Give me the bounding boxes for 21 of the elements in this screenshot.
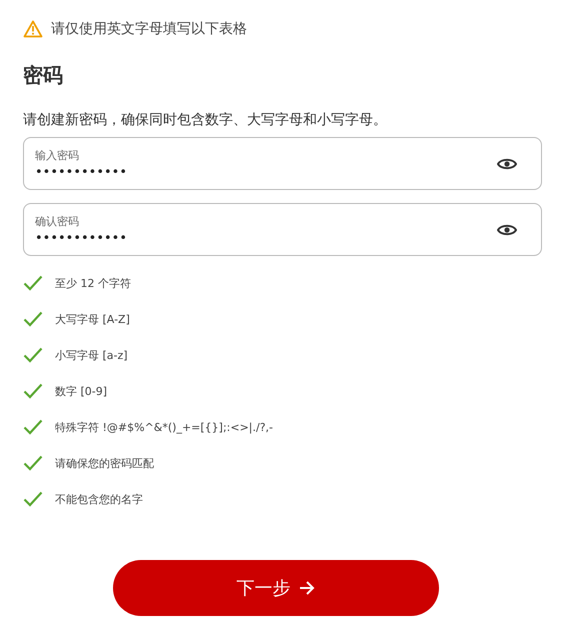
page-heading: 密码 xyxy=(23,62,64,89)
password-field[interactable]: 确认密码 •••••••••••• xyxy=(23,203,542,256)
notice-text: 请仅使用英文字母填写以下表格 xyxy=(51,20,247,38)
requirement-text: 至少 12 个字符 xyxy=(55,276,131,290)
requirement-text: 小写字母 [a-z] xyxy=(55,348,128,362)
requirement-text: 请确保您的密码匹配 xyxy=(55,456,154,470)
requirement-text: 大写字母 [A-Z] xyxy=(55,312,130,326)
arrow-right-icon xyxy=(298,581,314,595)
field-label: 输入密码 xyxy=(35,148,80,162)
password-value: •••••••••••• xyxy=(35,230,128,246)
eye-icon[interactable] xyxy=(497,156,517,170)
requirement-text: 数字 [0-9] xyxy=(55,384,108,398)
password-field[interactable]: 输入密码 •••••••••••• xyxy=(23,137,542,190)
warning-icon xyxy=(23,20,43,38)
requirement-text: 特殊字符 !@#$%^&*()_+=[{}];:<>|./?,- xyxy=(55,420,274,434)
password-value: •••••••••••• xyxy=(35,164,128,180)
eye-icon[interactable] xyxy=(497,222,517,236)
next-button[interactable]: 下一步 xyxy=(112,560,438,616)
requirement-text: 不能包含您的名字 xyxy=(55,492,143,506)
field-label: 确认密码 xyxy=(35,214,80,228)
instruction-text: 请创建新密码，确保同时包含数字、大写字母和小写字母。 xyxy=(23,111,388,129)
